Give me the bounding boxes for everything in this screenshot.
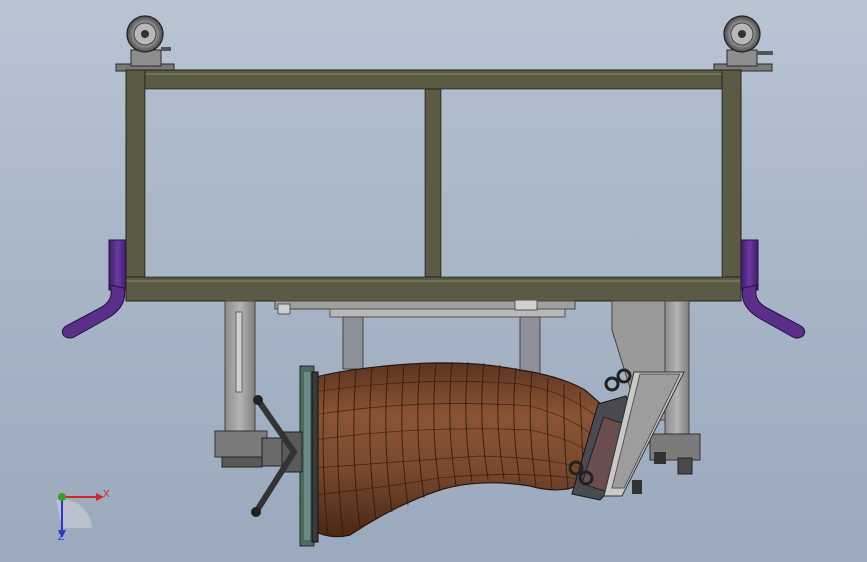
- right-handle[interactable]: [740, 239, 806, 339]
- left-caster-wheel: [115, 15, 175, 72]
- frame-panel-left: [145, 89, 425, 277]
- z-axis-label: Z: [58, 532, 65, 543]
- assembly-model[interactable]: [0, 0, 867, 562]
- flexible-duct[interactable]: [311, 361, 611, 538]
- right-caster-wheel: [713, 15, 773, 72]
- left-flange: [299, 365, 319, 547]
- cad-viewport[interactable]: X Z: [0, 0, 867, 562]
- x-axis-label: X: [103, 489, 110, 500]
- left-handle[interactable]: [61, 239, 127, 339]
- frame-panel-right: [441, 89, 722, 277]
- left-support-leg: [214, 300, 268, 468]
